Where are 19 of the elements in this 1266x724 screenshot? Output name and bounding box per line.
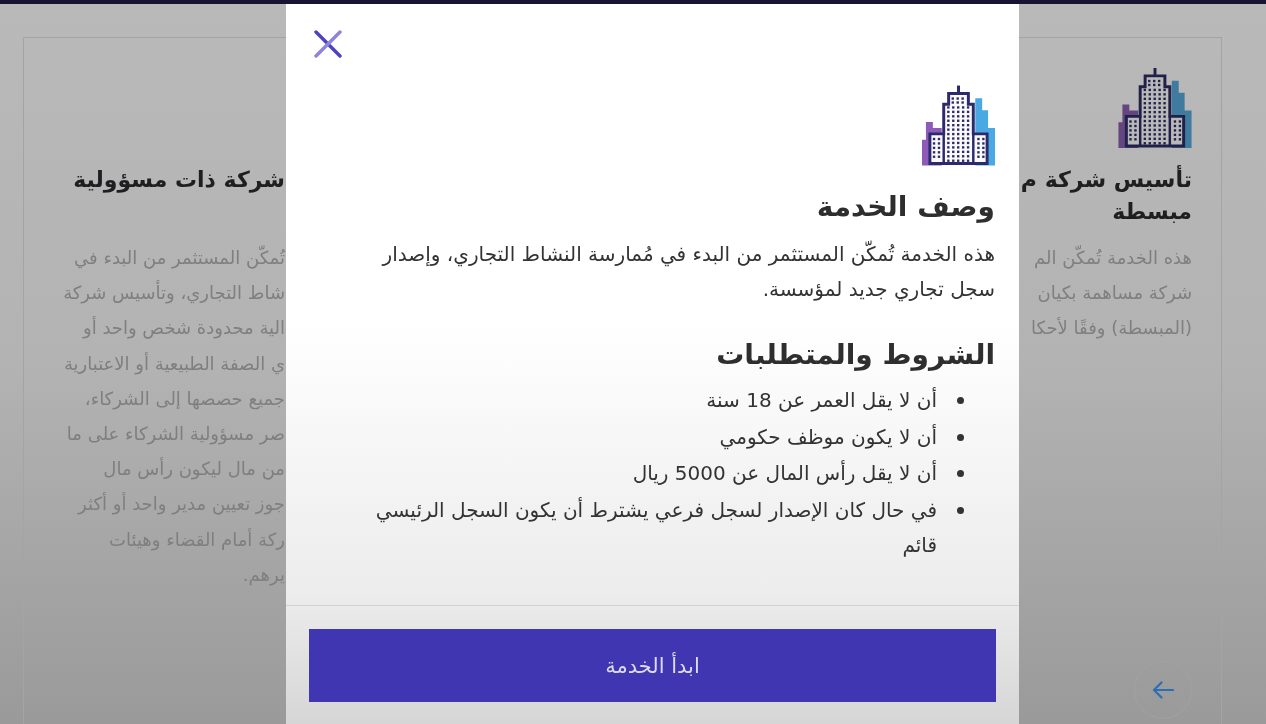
bullet-icon [957, 470, 964, 477]
arrow-left-icon [1152, 681, 1174, 699]
bullet-icon [957, 433, 964, 441]
card-title: تأسيس شركة م [1020, 164, 1192, 195]
card-title: شركة ذات مسؤولية [73, 166, 285, 195]
card-title: مبسطة [1112, 198, 1192, 226]
requirement-text: أن لا يكون موظف حكومي [719, 423, 937, 452]
bullet-icon [957, 397, 964, 404]
buildings-icon [922, 84, 995, 166]
close-icon [314, 30, 342, 58]
start-service-button[interactable]: ابدأ الخدمة [309, 629, 996, 702]
section-heading: الشروط والمتطلبات [716, 337, 995, 373]
description-text: هذه الخدمة تُمكّن المستثمر من البدء في مُمارسة النشاط التجاري، وإصدار سجل تجاري جديد لمؤسسة. [380, 239, 995, 304]
requirement-text: في حال كان الإصدار لسجل فرعي يشترط أن يكون السجل الرئيسي قائم [374, 496, 937, 559]
bullet-icon [957, 506, 964, 514]
section-heading: وصف الخدمة [816, 189, 995, 225]
requirement-text: أن لا يقل رأس المال عن 5000 ريال [632, 459, 937, 487]
close-button[interactable] [314, 30, 342, 58]
requirement-text: أن لا يقل العمر عن 18 سنة [706, 386, 937, 414]
